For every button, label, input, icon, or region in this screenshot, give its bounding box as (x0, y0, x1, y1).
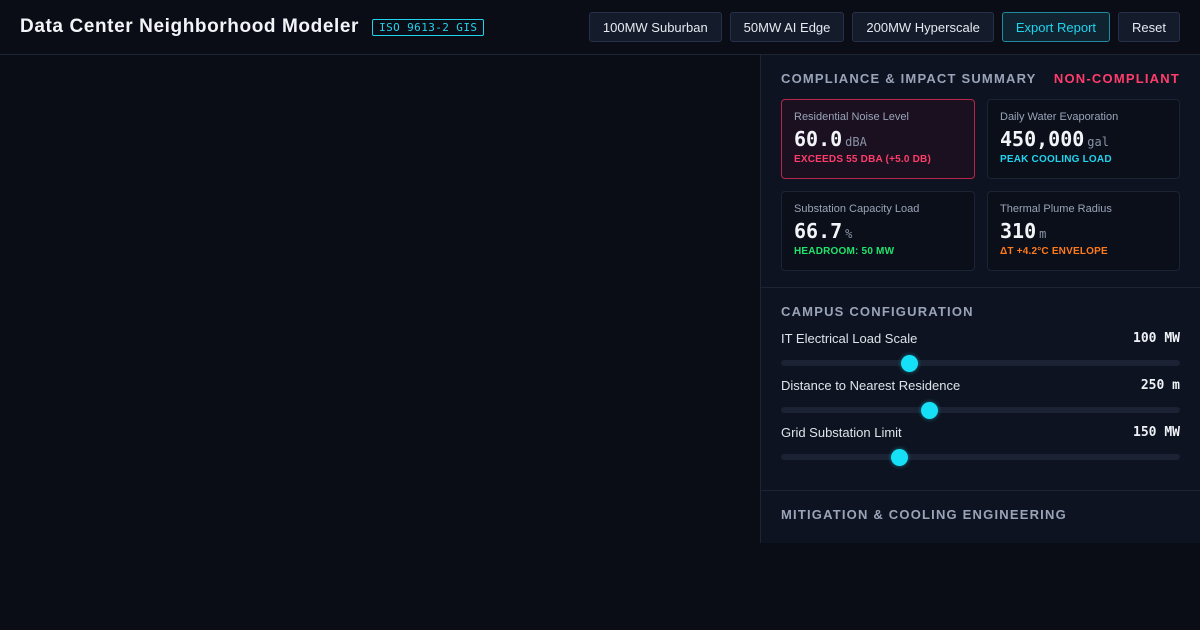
control-panel: COMPLIANCE & IMPACT SUMMARY NON-COMPLIAN… (760, 55, 1200, 543)
compliance-summary-section: COMPLIANCE & IMPACT SUMMARY NON-COMPLIAN… (761, 55, 1200, 288)
metric-value: 60.0 (794, 127, 843, 151)
preset-50mw-ai-edge-button[interactable]: 50MW AI Edge (729, 12, 845, 42)
standard-badge: ISO 9613-2 GIS (372, 18, 485, 36)
slider-thumb[interactable] (920, 402, 938, 419)
metric-label: Daily Water Evaporation (1000, 111, 1119, 123)
metric-unit: m (1039, 227, 1047, 241)
preset-100mw-suburban-button[interactable]: 100MW Suburban (588, 12, 722, 42)
metric-value: 66.7 (794, 219, 843, 243)
metric-note: PEAK COOLING LOAD (1000, 154, 1112, 165)
slider-label: IT Electrical Load Scale (781, 331, 918, 346)
slider-track[interactable] (781, 355, 1180, 372)
slider-label: Grid Substation Limit (781, 425, 902, 440)
app-title: Data Center Neighborhood Modeler (20, 16, 360, 37)
slider-label: Distance to Nearest Residence (781, 378, 961, 393)
metric-note: ΔT +4.2°C ENVELOPE (1000, 246, 1108, 257)
slider-value: 250 m (1140, 378, 1180, 393)
metric-value: 450,000 (1000, 127, 1085, 151)
slider-track[interactable] (781, 402, 1180, 419)
slider-thumb[interactable] (900, 355, 918, 372)
slider-it-load: IT Electrical Load Scale 100 MW (781, 331, 1180, 372)
slider-substation-limit: Grid Substation Limit 150 MW (781, 425, 1180, 466)
app-header: Data Center Neighborhood Modeler ISO 961… (0, 0, 1200, 55)
slider-residence-distance: Distance to Nearest Residence 250 m (781, 378, 1180, 419)
metrics-grid: Residential Noise Level 60.0 dBA EXCEEDS… (781, 99, 1180, 271)
slider-track[interactable] (781, 449, 1180, 466)
slider-value: 150 MW (1133, 425, 1180, 440)
metric-note: EXCEEDS 55 DBA (+5.0 DB) (794, 154, 931, 165)
metric-unit: gal (1087, 135, 1109, 149)
toolbar: 100MW Suburban 50MW AI Edge 200MW Hypers… (588, 12, 1180, 42)
compliance-status-badge: NON-COMPLIANT (1053, 71, 1180, 86)
preset-200mw-hyperscale-button[interactable]: 200MW Hyperscale (852, 12, 994, 42)
metric-card-noise: Residential Noise Level 60.0 dBA EXCEEDS… (781, 99, 975, 179)
compliance-summary-title: COMPLIANCE & IMPACT SUMMARY (781, 71, 1037, 86)
metric-card-substation: Substation Capacity Load 66.7 % HEADROOM… (781, 191, 975, 271)
slider-value: 100 MW (1133, 331, 1180, 346)
slider-thumb[interactable] (890, 449, 908, 466)
metric-value: 310 (1000, 219, 1037, 243)
metric-label: Substation Capacity Load (794, 203, 920, 215)
metric-label: Residential Noise Level (794, 111, 909, 123)
reset-button[interactable]: Reset (1118, 12, 1180, 42)
metric-unit: % (845, 227, 853, 241)
map-viewport[interactable] (0, 55, 760, 630)
metric-card-thermal-plume: Thermal Plume Radius 310 m ΔT +4.2°C ENV… (987, 191, 1180, 271)
metric-unit: dBA (845, 135, 867, 149)
campus-configuration-title: CAMPUS CONFIGURATION (781, 304, 974, 319)
mitigation-section: MITIGATION & COOLING ENGINEERING (761, 491, 1200, 538)
metric-note: HEADROOM: 50 MW (794, 246, 895, 257)
mitigation-title: MITIGATION & COOLING ENGINEERING (781, 507, 1067, 522)
metric-card-water: Daily Water Evaporation 450,000 gal PEAK… (987, 99, 1180, 179)
export-report-button[interactable]: Export Report (1001, 12, 1111, 42)
campus-configuration-section: CAMPUS CONFIGURATION IT Electrical Load … (761, 288, 1200, 491)
metric-label: Thermal Plume Radius (1000, 203, 1112, 215)
